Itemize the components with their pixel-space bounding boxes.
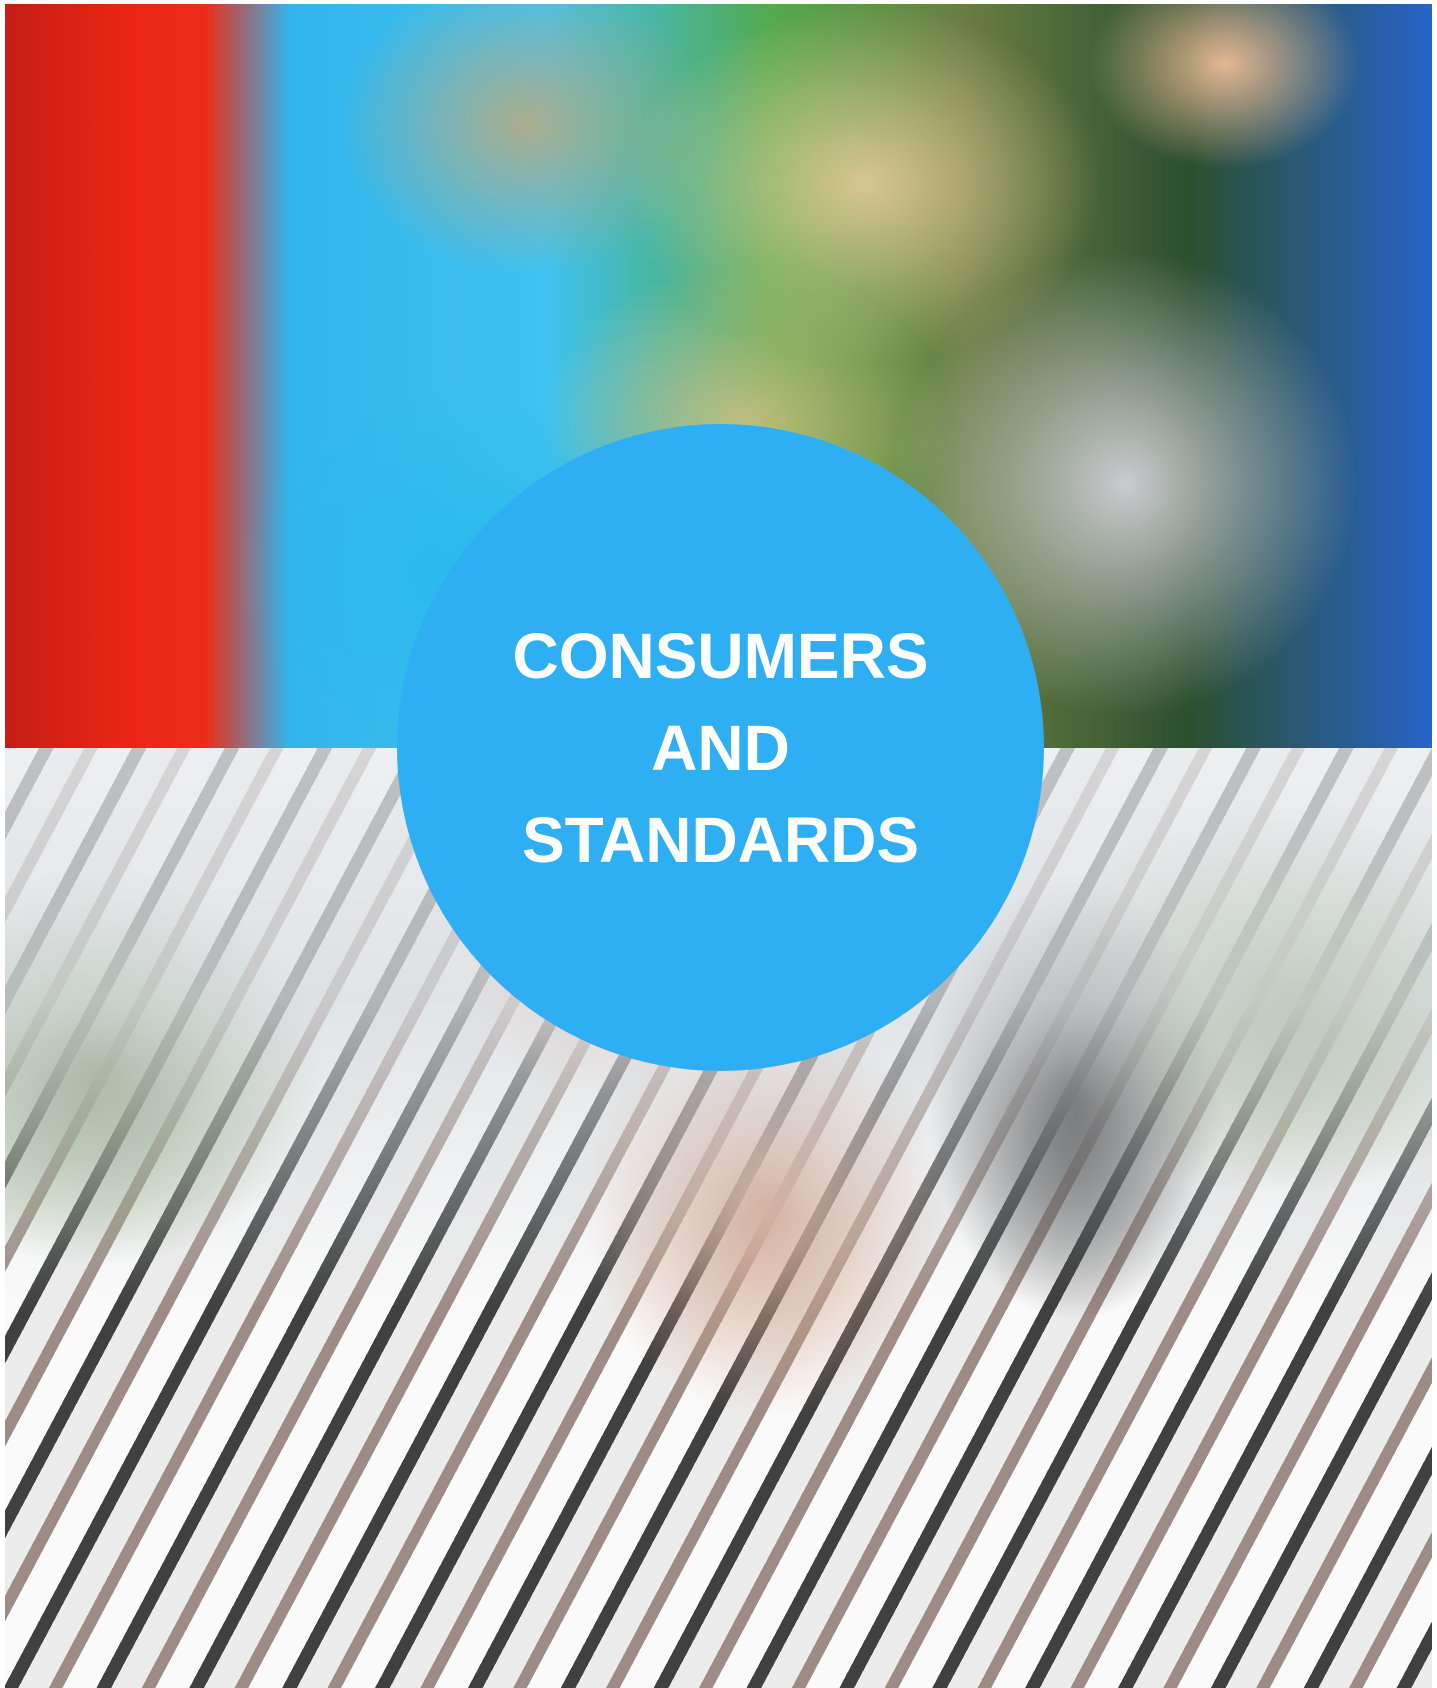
title-badge: CONSUMERS AND STANDARDS [397, 424, 1044, 1071]
badge-line-1: CONSUMERS [512, 619, 929, 692]
badge-line-2: AND [651, 711, 790, 784]
badge-line-3: STANDARDS [521, 803, 920, 876]
poster: CONSUMERS AND STANDARDS [0, 0, 1437, 1688]
